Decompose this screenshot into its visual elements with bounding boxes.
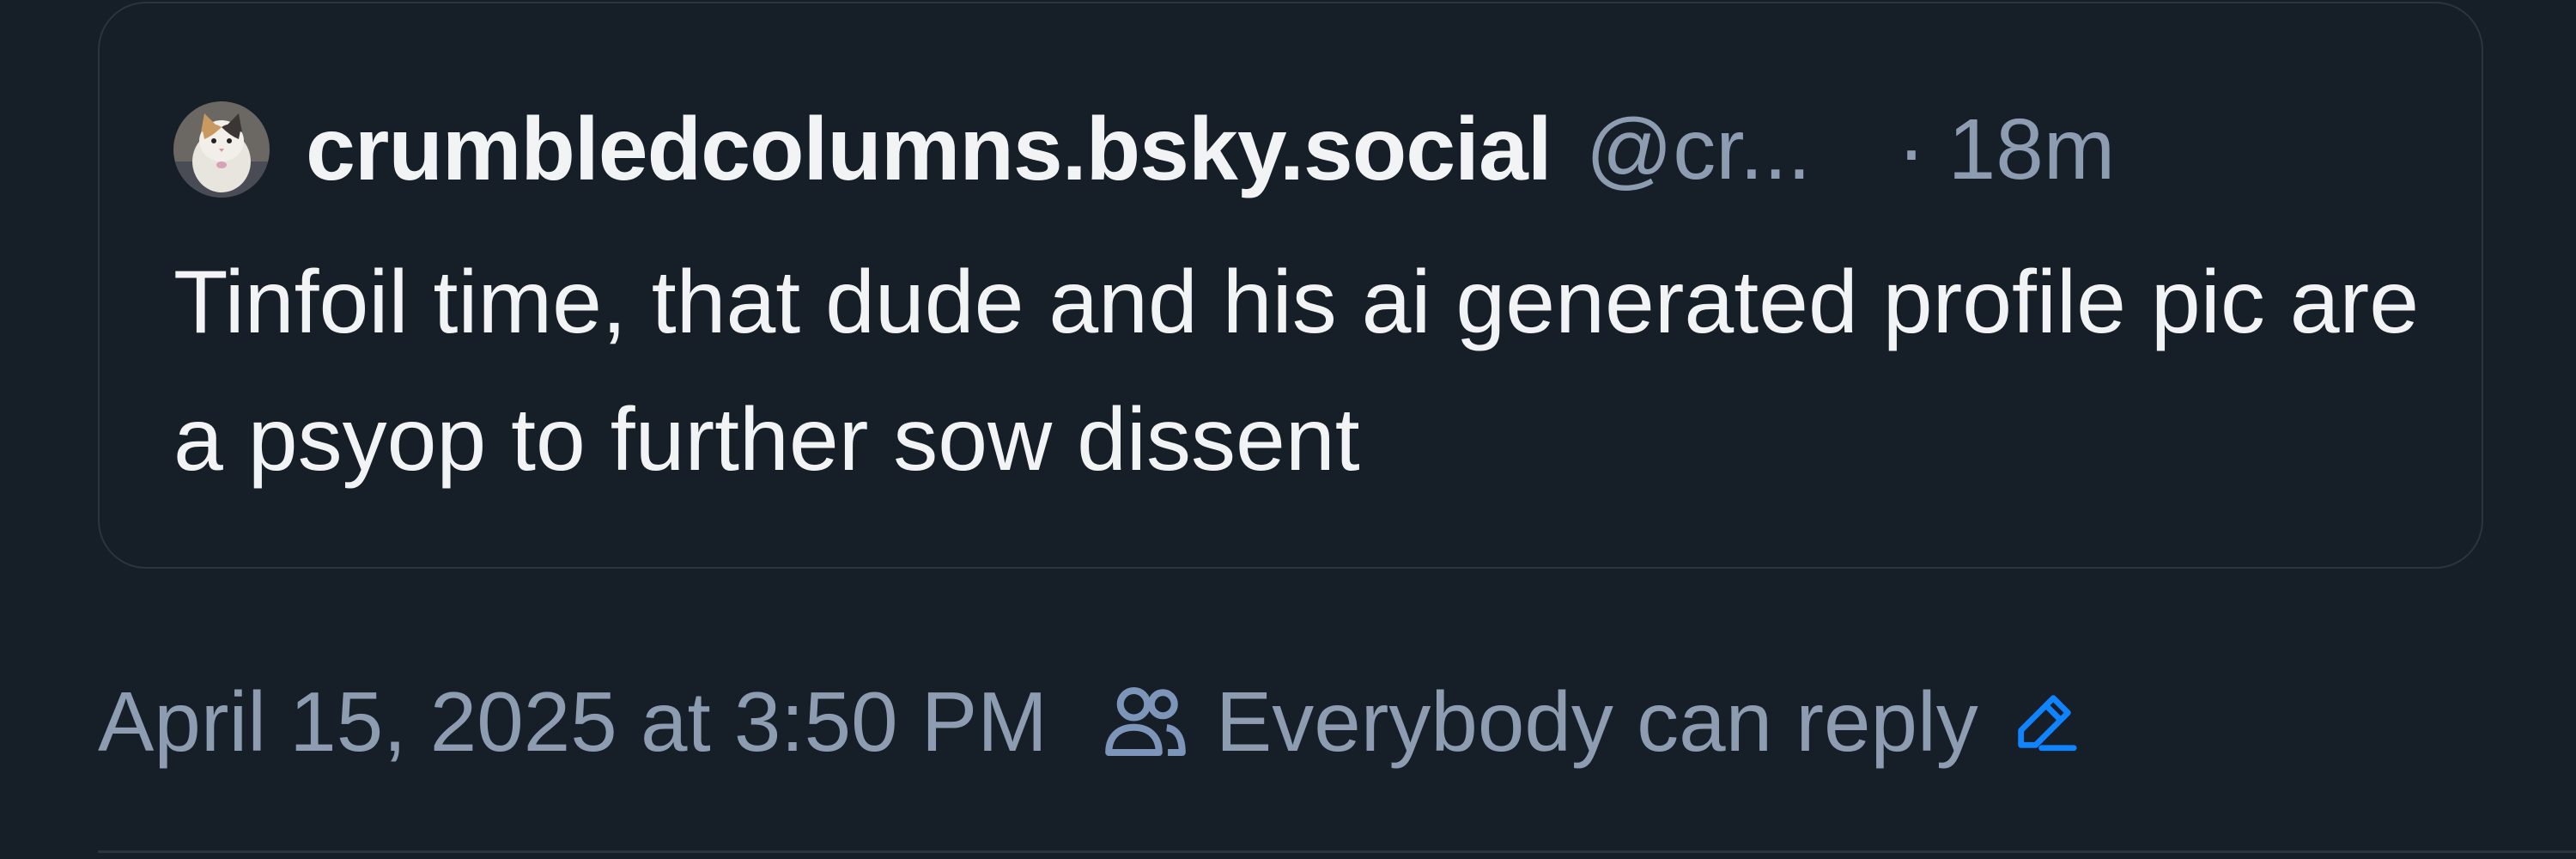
post-timestamp: April 15, 2025 at 3:50 PM xyxy=(98,673,1048,769)
separator-dot: · xyxy=(1897,101,1926,198)
pencil-icon[interactable] xyxy=(2009,686,2080,757)
author-avatar[interactable] xyxy=(173,101,270,198)
reply-setting-label[interactable]: Everybody can reply xyxy=(1216,673,1978,771)
quoted-post-card[interactable]: crumbledcolumns.bsky.social @cr... · 18m… xyxy=(98,2,2483,569)
post-time-ago[interactable]: 18m xyxy=(1948,101,2116,199)
divider xyxy=(98,850,2576,853)
quoted-post-header: crumbledcolumns.bsky.social @cr... · 18m xyxy=(173,89,2415,210)
author-display-name[interactable]: crumbledcolumns.bsky.social xyxy=(306,99,1552,201)
cat-avatar-icon xyxy=(173,101,270,198)
author-handle[interactable]: @cr... xyxy=(1586,101,1812,199)
quoted-post-text: Tinfoil time, that dude and his ai gener… xyxy=(173,253,2420,490)
post-meta-row: April 15, 2025 at 3:50 PM Everybody can … xyxy=(98,661,2468,782)
people-icon xyxy=(1105,686,1186,757)
post-thread-view: crumbledcolumns.bsky.social @cr... · 18m… xyxy=(0,0,2576,859)
